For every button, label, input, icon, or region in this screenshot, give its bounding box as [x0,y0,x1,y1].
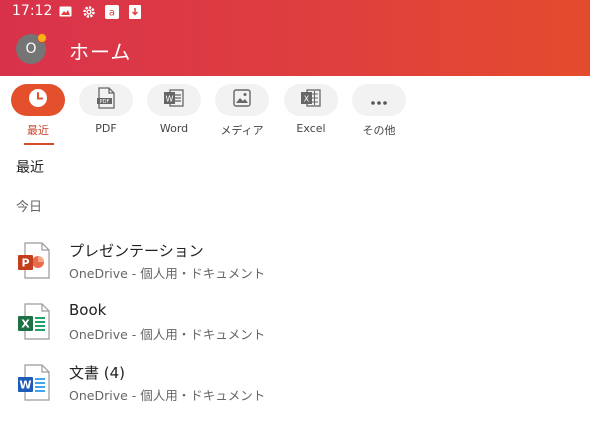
filter-pdf[interactable]: PDF PDF [76,84,136,140]
filter-recent[interactable]: 最近 [8,84,68,140]
status-icons: a [58,4,142,19]
app-header: 17:12 a O ホーム [0,0,590,76]
list-item[interactable]: W 文書 (4) OneDrive - 個人用・ドキュメント [0,357,590,413]
avatar[interactable]: O [16,33,47,64]
svg-text:W: W [166,95,174,104]
status-bar: 17:12 a [0,0,590,24]
filter-more[interactable]: その他 [349,84,409,140]
image-icon [232,88,252,112]
filter-media[interactable]: メディア [212,84,272,140]
filter-label: PDF [95,122,117,135]
svg-text:X: X [304,95,310,104]
filter-label: その他 [362,124,396,137]
section-title: 最近 [16,160,44,176]
notification-dot [37,33,47,43]
image-icon [58,4,73,19]
excel-icon: X [300,88,322,112]
status-time: 17:12 [12,3,53,19]
filter-pill [11,84,65,116]
file-location: OneDrive - 個人用・ドキュメント [69,327,266,342]
clock-icon [28,88,48,112]
svg-text:X: X [21,318,30,331]
filter-pill [215,84,269,116]
pdf-icon: PDF [96,87,116,113]
download-icon [127,4,142,19]
svg-text:P: P [21,257,29,270]
amazon-icon: a [104,4,119,19]
list-item[interactable]: X Book OneDrive - 個人用・ドキュメント [0,296,590,352]
more-icon [370,91,388,110]
avatar-initial: O [25,41,37,57]
active-filter-indicator [24,143,54,145]
file-location: OneDrive - 個人用・ドキュメント [69,388,266,403]
file-name: Book [69,301,107,319]
filter-label: メディア [220,124,264,137]
svg-text:W: W [19,379,31,392]
filter-word[interactable]: W Word [144,84,204,140]
filter-label: Excel [296,122,326,135]
svg-text:a: a [108,7,114,18]
word-icon: W [163,88,185,112]
filter-excel[interactable]: X Excel [281,84,341,140]
filter-pill: X [284,84,338,116]
filter-label: 最近 [27,124,49,137]
filter-pill: PDF [79,84,133,116]
filter-pill [352,84,406,116]
file-name: プレゼンテーション [69,242,204,260]
settings-icon [81,4,96,19]
list-item[interactable]: P プレゼンテーション OneDrive - 個人用・ドキュメント [0,235,590,291]
file-name: 文書 (4) [69,364,126,382]
powerpoint-icon: P [17,241,51,281]
filter-bar: 最近 PDF PDF W Word メディア X Excel その他 [0,76,590,146]
file-location: OneDrive - 個人用・ドキュメント [69,266,266,281]
page-title: ホーム [69,40,132,64]
filter-pill: W [147,84,201,116]
svg-text:PDF: PDF [100,99,110,105]
filter-label: Word [159,122,189,135]
word-icon: W [17,363,51,403]
group-label: 今日 [16,200,43,215]
excel-icon: X [17,302,51,342]
